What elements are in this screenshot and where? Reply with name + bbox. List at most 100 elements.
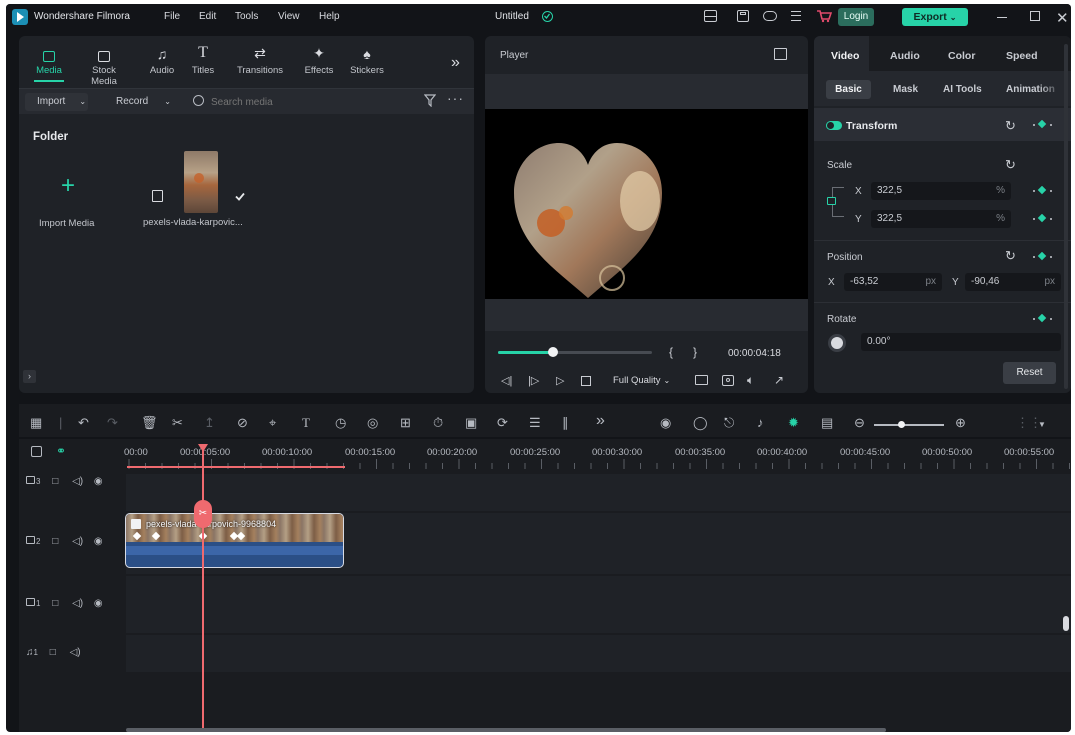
redo-icon[interactable]: ↷	[107, 415, 118, 431]
search-input[interactable]	[211, 94, 401, 110]
scale-y-field[interactable]: 322,5%	[871, 210, 1011, 228]
reset-position-icon[interactable]: ↻	[1005, 248, 1016, 264]
camera-snapshot-icon[interactable]	[722, 375, 734, 386]
playhead-handle[interactable]	[198, 444, 208, 452]
next-frame-icon[interactable]: ▷	[556, 374, 564, 387]
volume-icon[interactable]: ◁)	[72, 598, 83, 609]
keyframe-diamond-icon[interactable]	[1032, 252, 1052, 262]
tab-transitions[interactable]: ⇄ Transitions	[235, 45, 285, 76]
lock-icon[interactable]: □	[52, 598, 58, 609]
more-options-icon[interactable]: ···	[447, 90, 464, 106]
record-dropdown[interactable]: Record ⌄	[94, 93, 179, 111]
keyframe-diamond-icon[interactable]	[1032, 314, 1052, 324]
inspector-scrollbar[interactable]	[1064, 44, 1068, 389]
position-x-field[interactable]: -63,52 px	[844, 273, 942, 291]
export-button[interactable]: Export ⌄	[902, 8, 968, 26]
menu-edit[interactable]: Edit	[199, 11, 216, 22]
ai-tracking-icon[interactable]: ⟳	[497, 415, 508, 431]
tab-stickers[interactable]: ♠ Stickers	[347, 45, 387, 76]
chevron-down-icon[interactable]: ▼	[1038, 420, 1046, 429]
mark-in-icon[interactable]: {	[669, 345, 673, 359]
text-icon[interactable]: T	[302, 415, 310, 431]
lock-aspect-icon[interactable]	[827, 197, 836, 205]
tab-color[interactable]: Color	[948, 50, 975, 62]
more-tools-icon[interactable]: »	[596, 412, 605, 430]
import-dropdown[interactable]: Import ⌄	[25, 93, 88, 111]
tab-media[interactable]: Media	[29, 45, 69, 82]
zoom-out-icon[interactable]: ⊖	[854, 415, 865, 431]
maximize-icon[interactable]	[1030, 11, 1040, 21]
eye-icon[interactable]: ◉	[94, 598, 103, 609]
menu-view[interactable]: View	[278, 11, 300, 22]
display-settings-icon[interactable]	[695, 375, 708, 385]
save-icon[interactable]	[737, 10, 749, 22]
eye-icon[interactable]: ◉	[94, 476, 103, 487]
tab-stock-media[interactable]: Stock Media	[84, 45, 124, 87]
menu-help[interactable]: Help	[319, 11, 340, 22]
video-track-3-lane[interactable]	[126, 474, 1071, 511]
cloud-icon[interactable]	[763, 11, 777, 21]
audio-waveform-icon[interactable]: ∥	[562, 415, 569, 431]
fullscreen-icon[interactable]: ↗	[774, 373, 784, 387]
music-note-icon[interactable]: ♪	[757, 415, 764, 430]
media-clip-tile[interactable]: pexels-vlada-karpovic...	[137, 148, 262, 240]
play-icon[interactable]: |▷	[528, 374, 539, 387]
undo-icon[interactable]: ↶	[78, 415, 89, 431]
reset-button[interactable]: Reset	[1003, 362, 1056, 384]
ai-sparkle-icon[interactable]: ✹	[788, 415, 799, 431]
subtab-basic[interactable]: Basic	[826, 80, 871, 99]
audio-detach-icon[interactable]: ↥	[204, 415, 215, 431]
zoom-in-icon[interactable]: ⊕	[955, 415, 966, 431]
transform-toggle[interactable]	[826, 121, 842, 130]
menu-tools[interactable]: Tools	[235, 11, 258, 22]
expand-panel-icon[interactable]: ›	[23, 370, 36, 383]
zoom-slider[interactable]	[874, 421, 944, 428]
mark-out-icon[interactable]: }	[693, 345, 697, 359]
marker-shield-icon[interactable]: ◯	[693, 415, 708, 431]
speed-icon[interactable]: ◷	[335, 415, 346, 431]
disable-icon[interactable]: ⊘	[237, 415, 248, 431]
close-icon[interactable]: ✕	[1056, 9, 1069, 27]
subtab-animation[interactable]: Animation	[1006, 84, 1062, 95]
lock-icon[interactable]: □	[52, 536, 58, 547]
volume-icon[interactable]: ◁)	[70, 647, 81, 658]
delete-icon[interactable]: 🗑︎	[141, 415, 158, 431]
timeline-vertical-scrollbar[interactable]	[1063, 616, 1069, 631]
import-media-tile[interactable]: + Import Media	[27, 156, 111, 236]
filter-icon[interactable]	[424, 94, 436, 107]
minimize-icon[interactable]	[997, 17, 1007, 18]
zoom-slider-handle[interactable]	[898, 421, 905, 428]
add-track-icon[interactable]	[31, 446, 42, 457]
reset-scale-icon[interactable]: ↻	[1005, 157, 1016, 173]
audio-track-1-lane[interactable]	[126, 635, 1071, 672]
duration-icon[interactable]: ⏱︎	[433, 415, 443, 431]
subtitle-icon[interactable]: ▤	[821, 415, 833, 431]
lock-icon[interactable]: □	[50, 647, 56, 658]
scale-x-field[interactable]: 322,5%	[871, 182, 1011, 200]
rotate-field[interactable]: 0.00°	[861, 333, 1061, 351]
snapshot-frame-icon[interactable]	[774, 48, 787, 60]
tab-audio[interactable]: Audio	[890, 50, 920, 62]
cart-icon[interactable]	[816, 9, 832, 23]
reset-transform-icon[interactable]: ↻	[1005, 118, 1016, 134]
tab-titles[interactable]: T Titles	[183, 44, 223, 76]
keyframe-diamond-icon[interactable]	[1032, 186, 1052, 196]
volume-icon[interactable]: ◁)	[72, 476, 83, 487]
playback-progress-handle[interactable]	[548, 347, 559, 357]
tab-audio[interactable]: ♫ Audio	[142, 45, 182, 76]
split-point-scissors-icon[interactable]: ✂︎	[194, 500, 212, 528]
microphone-icon[interactable]: ⎋	[724, 415, 734, 431]
previous-frame-icon[interactable]: ◁|	[501, 374, 512, 387]
subtab-ai-tools[interactable]: AI Tools	[943, 84, 982, 95]
subtab-mask[interactable]: Mask	[893, 84, 918, 95]
tab-speed[interactable]: Speed	[1006, 50, 1038, 62]
lock-icon[interactable]: □	[52, 476, 58, 487]
freeze-frame-icon[interactable]: ⊞	[400, 415, 411, 431]
layout-grid-icon[interactable]: ▦	[30, 415, 42, 431]
hamburger-menu-icon[interactable]	[791, 11, 801, 21]
color-palette-icon[interactable]: ◎	[367, 415, 378, 431]
link-icon[interactable]: ⚭	[56, 444, 66, 458]
split-scissors-icon[interactable]: ✂︎	[172, 415, 183, 431]
more-tabs-icon[interactable]: »	[451, 54, 460, 72]
crop-icon[interactable]: ⌖	[269, 415, 276, 431]
